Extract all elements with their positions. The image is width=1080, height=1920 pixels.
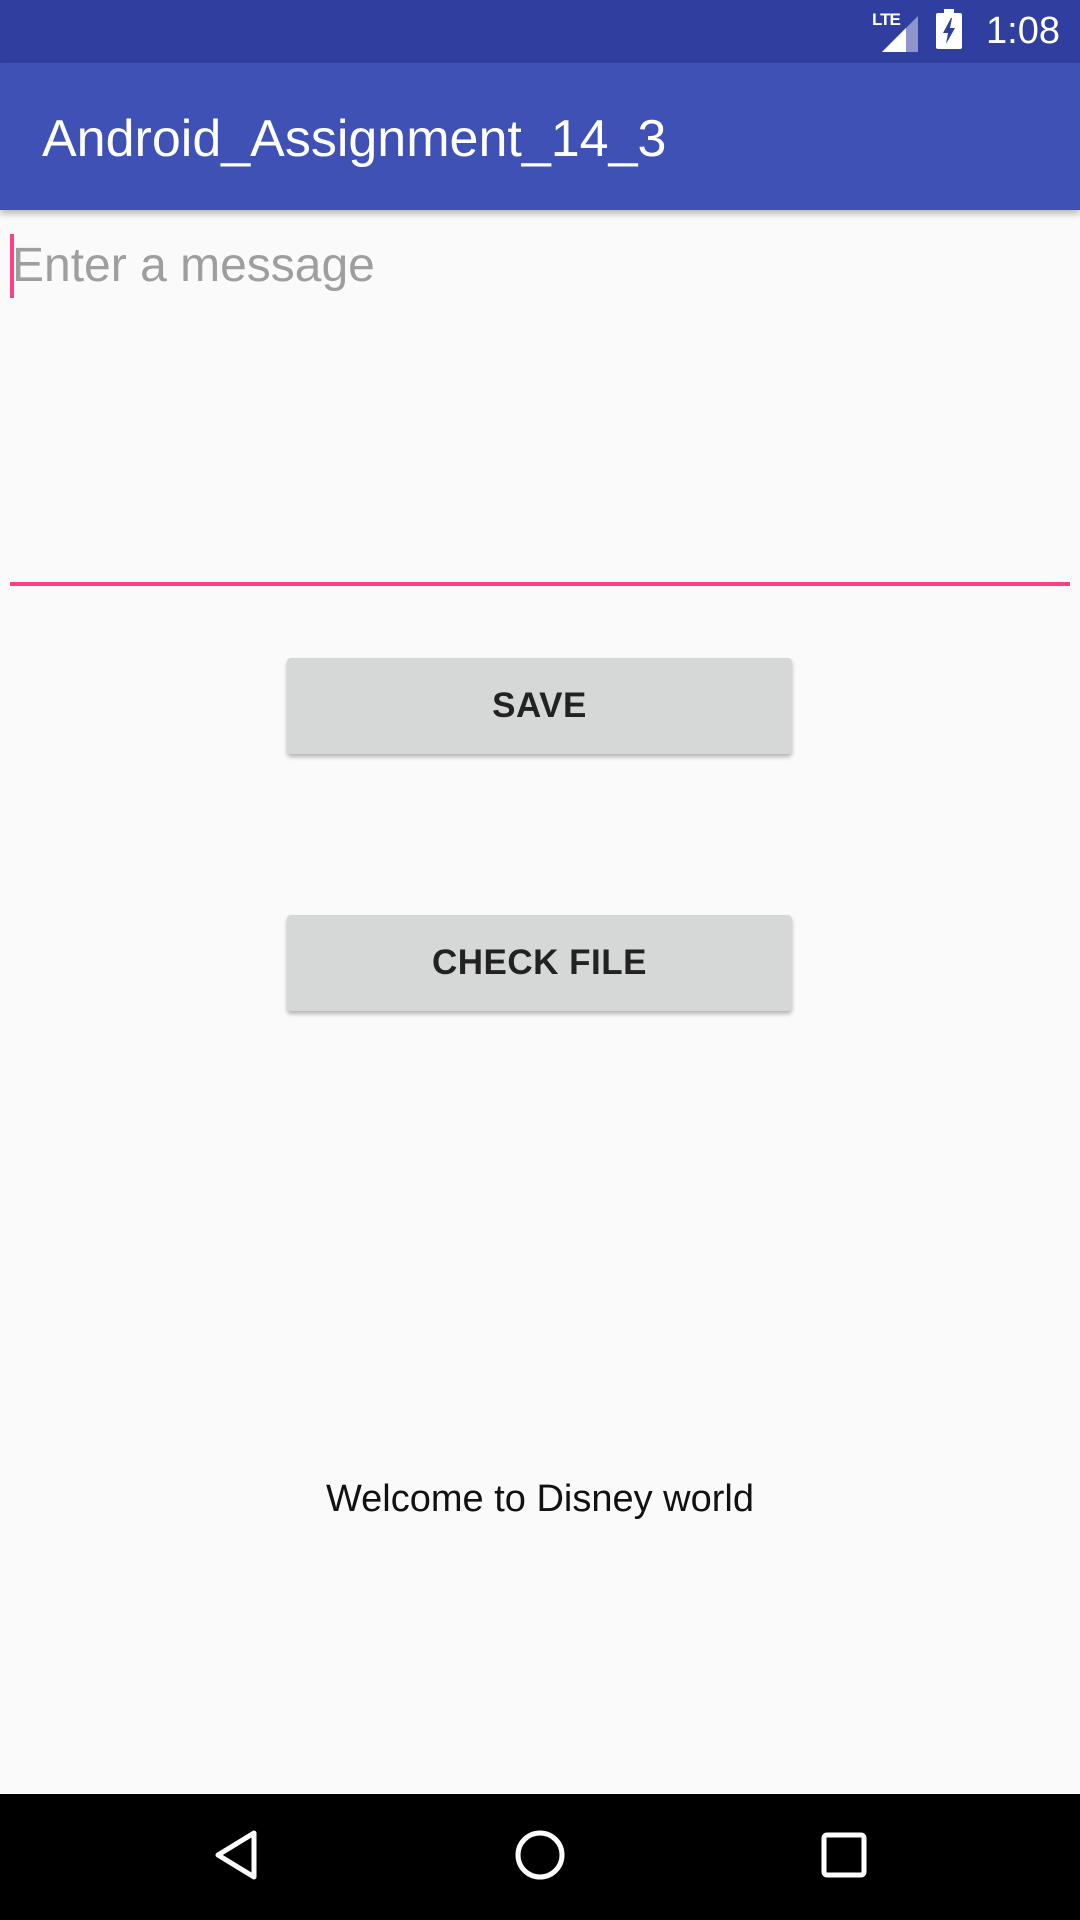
status-bar: LTE 1:08 (0, 0, 1080, 63)
message-input-placeholder: Enter a message (12, 239, 375, 292)
status-icons: LTE 1:08 (872, 0, 1060, 63)
battery-charging-icon (936, 9, 963, 54)
home-button[interactable] (480, 1794, 600, 1920)
status-clock: 1:08 (986, 10, 1060, 52)
save-button[interactable]: SAVE (287, 658, 792, 754)
navigation-bar (0, 1794, 1080, 1920)
recents-icon (821, 1832, 867, 1883)
lte-signal-icon: LTE (872, 10, 919, 52)
check-file-button[interactable]: CHECK FILE (287, 915, 792, 1011)
back-icon (212, 1829, 260, 1886)
welcome-text: Welcome to Disney world (325, 1478, 754, 1520)
app-bar: Android_Assignment_14_3 (0, 63, 1080, 210)
home-icon (514, 1829, 566, 1886)
recents-button[interactable] (784, 1794, 904, 1920)
app-title: Android_Assignment_14_3 (42, 110, 667, 168)
back-button[interactable] (176, 1794, 296, 1920)
message-input[interactable]: Enter a message (10, 234, 1070, 586)
